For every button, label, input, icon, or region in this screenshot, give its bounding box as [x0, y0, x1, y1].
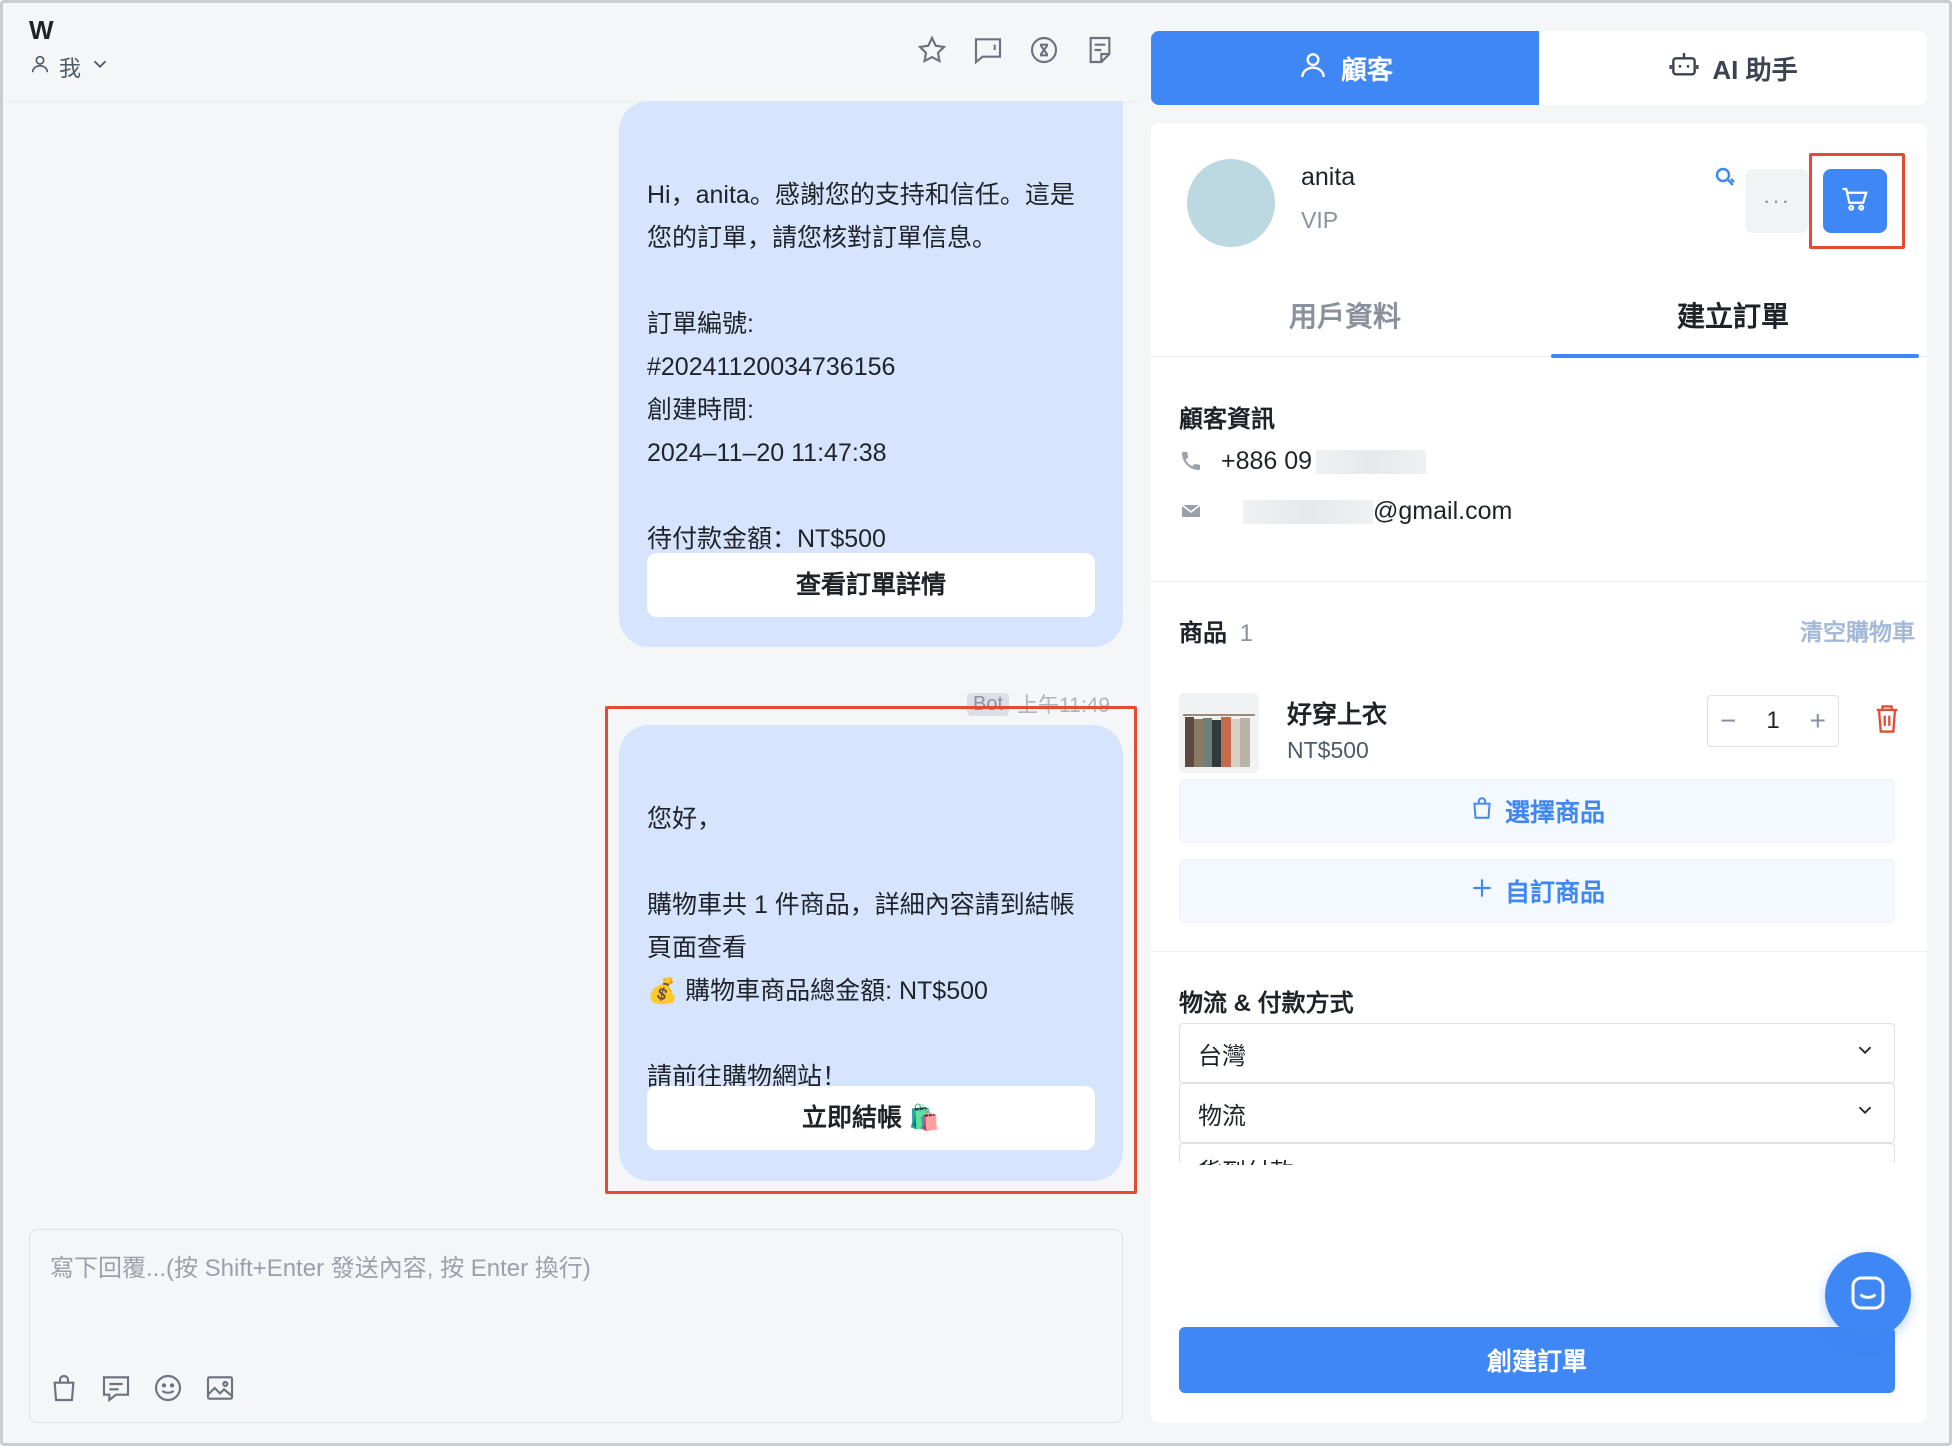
- chat-widget-button[interactable]: [1825, 1252, 1911, 1338]
- chevron-down-icon: [1854, 1099, 1876, 1128]
- user-icon: [1297, 49, 1329, 88]
- select-products-label: 選擇商品: [1504, 799, 1605, 827]
- bag-icon[interactable]: [48, 1372, 80, 1404]
- image-icon[interactable]: [204, 1372, 236, 1404]
- trash-icon[interactable]: [1873, 703, 1901, 735]
- tab-ai-assistant-label: AI 助手: [1712, 54, 1798, 85]
- email-row: @gmail.com: [1179, 497, 1512, 526]
- link-user-icon[interactable]: [1713, 165, 1737, 189]
- panel-tabs: 顧客 AI 助手: [1151, 31, 1927, 105]
- products-count: 1: [1239, 620, 1254, 647]
- custom-product-button[interactable]: 自訂商品: [1179, 859, 1895, 923]
- chat-pane: W 我 Hi，anita。感謝您的支持和信任。這是您的訂單，請您核對訂單信息。 …: [3, 3, 1139, 1443]
- conversation-title: W: [29, 15, 54, 45]
- chevron-down-icon: [89, 53, 111, 81]
- quantity-stepper[interactable]: − 1 +: [1707, 695, 1839, 747]
- robot-icon: [1668, 49, 1700, 88]
- order-message-text: Hi，anita。感謝您的支持和信任。這是您的訂單，請您核對訂單信息。 訂單編號…: [647, 181, 1075, 553]
- reply-composer[interactable]: 寫下回覆...(按 Shift+Enter 發送內容, 按 Enter 換行): [29, 1229, 1123, 1423]
- create-order-button[interactable]: 創建訂單: [1179, 1327, 1895, 1393]
- plus-icon: [1469, 875, 1495, 908]
- region-select[interactable]: 台灣: [1179, 1023, 1895, 1083]
- logistics-select[interactable]: 物流: [1179, 1083, 1895, 1143]
- phone-redaction: [1316, 449, 1427, 474]
- select-products-button[interactable]: 選擇商品: [1179, 779, 1895, 843]
- products-title: 商品 1: [1179, 613, 1253, 648]
- composer-toolbar: [48, 1372, 236, 1404]
- comment-icon[interactable]: [971, 33, 1005, 67]
- order-message-bubble: Hi，anita。感謝您的支持和信任。這是您的訂單，請您核對訂單信息。 訂單編號…: [619, 101, 1123, 647]
- payment-value: 貨到付款: [1198, 1152, 1294, 1165]
- product-price: NT$500: [1287, 737, 1369, 763]
- payment-select[interactable]: 貨到付款: [1179, 1143, 1895, 1165]
- chevron-down-icon: [1854, 1039, 1876, 1068]
- message-icon[interactable]: [100, 1372, 132, 1404]
- more-button[interactable]: ···: [1745, 169, 1809, 233]
- logistics-value: 物流: [1198, 1102, 1246, 1130]
- region-value: 台灣: [1198, 1042, 1246, 1070]
- phone-number: +886 09: [1221, 447, 1313, 475]
- header-actions: [915, 33, 1117, 67]
- tab-user-profile[interactable]: 用戶資料: [1151, 273, 1539, 356]
- app-window: W 我 Hi，anita。感謝您的支持和信任。這是您的訂單，請您核對訂單信息。 …: [0, 0, 1952, 1446]
- customer-name: anita: [1301, 163, 1356, 191]
- bag-icon: [1469, 795, 1495, 828]
- quantity-value: 1: [1766, 707, 1780, 734]
- tab-customer[interactable]: 顧客: [1151, 31, 1539, 105]
- product-thumbnail: [1179, 693, 1259, 773]
- email-redaction: [1243, 499, 1373, 524]
- user-icon: [29, 53, 51, 81]
- customer-info-title: 顧客資訊: [1179, 406, 1275, 433]
- emoji-icon[interactable]: [152, 1372, 184, 1404]
- assignee-label: 我: [59, 56, 82, 81]
- highlight-box: [605, 706, 1137, 1194]
- customer-subtabs: 用戶資料 建立訂單: [1151, 273, 1927, 358]
- customer-tier: VIP: [1301, 207, 1339, 233]
- plus-icon[interactable]: +: [1810, 705, 1826, 737]
- highlight-box: [1809, 153, 1905, 249]
- clear-cart-button[interactable]: 清空購物車: [1800, 613, 1915, 647]
- shipping-title: 物流 & 付款方式: [1179, 990, 1354, 1017]
- tab-customer-label: 顧客: [1340, 54, 1393, 85]
- composer-placeholder: 寫下回覆...(按 Shift+Enter 發送內容, 按 Enter 換行): [50, 1255, 591, 1282]
- customer-card: anita VIP ··· 用戶資料 建立訂單 顧客資訊 +886 09 @gm…: [1151, 123, 1927, 1423]
- mail-icon: [1179, 499, 1205, 525]
- chat-bubble-icon: [1848, 1273, 1888, 1318]
- products-label: 商品: [1179, 620, 1227, 647]
- minus-icon[interactable]: −: [1720, 705, 1736, 737]
- email-address: @gmail.com: [1373, 497, 1513, 525]
- divider: [1151, 951, 1927, 952]
- customer-panel: 顧客 AI 助手 anita VIP ··· 用戶資料 建立訂單 顧客資訊 +8…: [1139, 3, 1949, 1443]
- divider: [1151, 581, 1927, 582]
- assignee-dropdown[interactable]: 我: [29, 51, 111, 83]
- custom-product-label: 自訂商品: [1504, 879, 1605, 907]
- avatar: [1187, 159, 1275, 247]
- product-name: 好穿上衣: [1287, 701, 1388, 729]
- tab-create-order[interactable]: 建立訂單: [1539, 273, 1927, 358]
- phone-icon: [1179, 449, 1205, 475]
- close-circle-icon[interactable]: [1027, 33, 1061, 67]
- phone-row: +886 09: [1179, 447, 1427, 476]
- star-icon[interactable]: [915, 33, 949, 67]
- note-icon[interactable]: [1083, 33, 1117, 67]
- chat-header: W 我: [3, 3, 1139, 103]
- tab-ai-assistant[interactable]: AI 助手: [1539, 31, 1927, 105]
- view-order-details-button[interactable]: 查看訂單詳情: [647, 553, 1095, 617]
